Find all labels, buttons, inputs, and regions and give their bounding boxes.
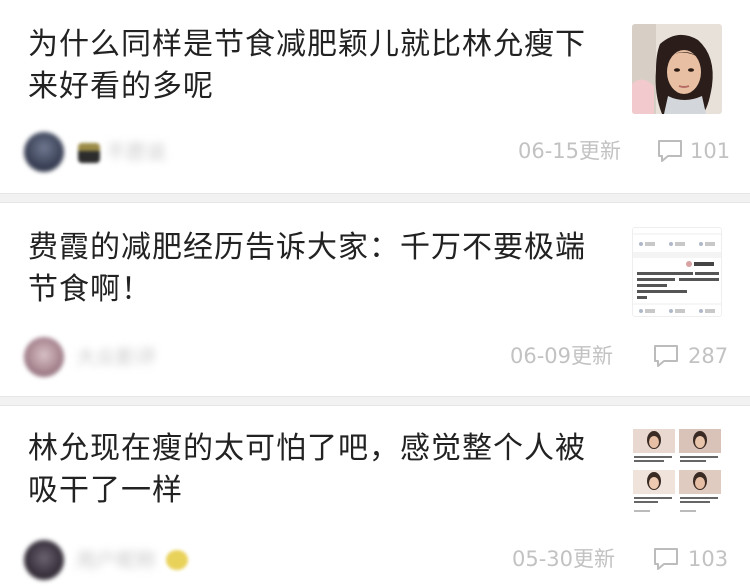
update-date: 06-09更新 <box>510 344 614 368</box>
update-date: 05-30更新 <box>512 547 616 571</box>
avatar[interactable] <box>24 132 64 172</box>
post-feed: 为什么同样是节食减肥颖儿就比林允瘦下来好看的多呢 不愿说 06-15更新 101… <box>0 0 750 588</box>
update-date: 06-15更新 <box>518 139 622 163</box>
post-title[interactable]: 为什么同样是节食减肥颖儿就比林允瘦下来好看的多呢 <box>28 24 600 108</box>
feed-item[interactable]: 林允现在瘦的太可怕了吧，感觉整个人被吸干了一样 用户昵称 05-30更新 103 <box>0 406 750 588</box>
post-thumbnail[interactable] <box>632 227 722 317</box>
post-meta: 不愿说 06-15更新 101 <box>20 132 730 172</box>
comment-count: 103 <box>688 547 729 571</box>
comment-count: 101 <box>690 139 731 163</box>
divider <box>0 396 750 406</box>
photo-grid-collage-icon <box>632 428 722 518</box>
avatar[interactable] <box>24 540 64 580</box>
post-title[interactable]: 林允现在瘦的太可怕了吧，感觉整个人被吸干了一样 <box>28 428 600 512</box>
feed-item[interactable]: 费霞的减肥经历告诉大家：千万不要极端节食啊！ 大众影评 06-09更新 287 <box>0 203 750 396</box>
avatar[interactable] <box>24 337 64 377</box>
social-post-screenshot-icon <box>633 228 721 316</box>
post-meta: 大众影评 06-09更新 287 <box>20 337 730 377</box>
user-badge-icon <box>166 550 188 570</box>
post-thumbnail[interactable] <box>632 428 722 518</box>
comment-count: 287 <box>688 344 729 368</box>
comment-icon[interactable] <box>656 138 684 164</box>
feed-item[interactable]: 为什么同样是节食减肥颖儿就比林允瘦下来好看的多呢 不愿说 06-15更新 101 <box>0 0 750 193</box>
author-name[interactable]: 用户昵称 <box>76 546 156 574</box>
post-meta: 用户昵称 05-30更新 103 <box>20 540 730 580</box>
comment-icon[interactable] <box>652 343 680 369</box>
woman-portrait-photo-icon <box>632 24 722 114</box>
author-name[interactable]: 不愿说 <box>106 138 166 166</box>
comment-icon[interactable] <box>652 546 680 572</box>
post-thumbnail[interactable] <box>632 24 722 114</box>
user-badge-icon <box>78 143 100 163</box>
divider <box>0 193 750 203</box>
author-name[interactable]: 大众影评 <box>76 343 156 371</box>
post-title[interactable]: 费霞的减肥经历告诉大家：千万不要极端节食啊！ <box>28 227 600 311</box>
